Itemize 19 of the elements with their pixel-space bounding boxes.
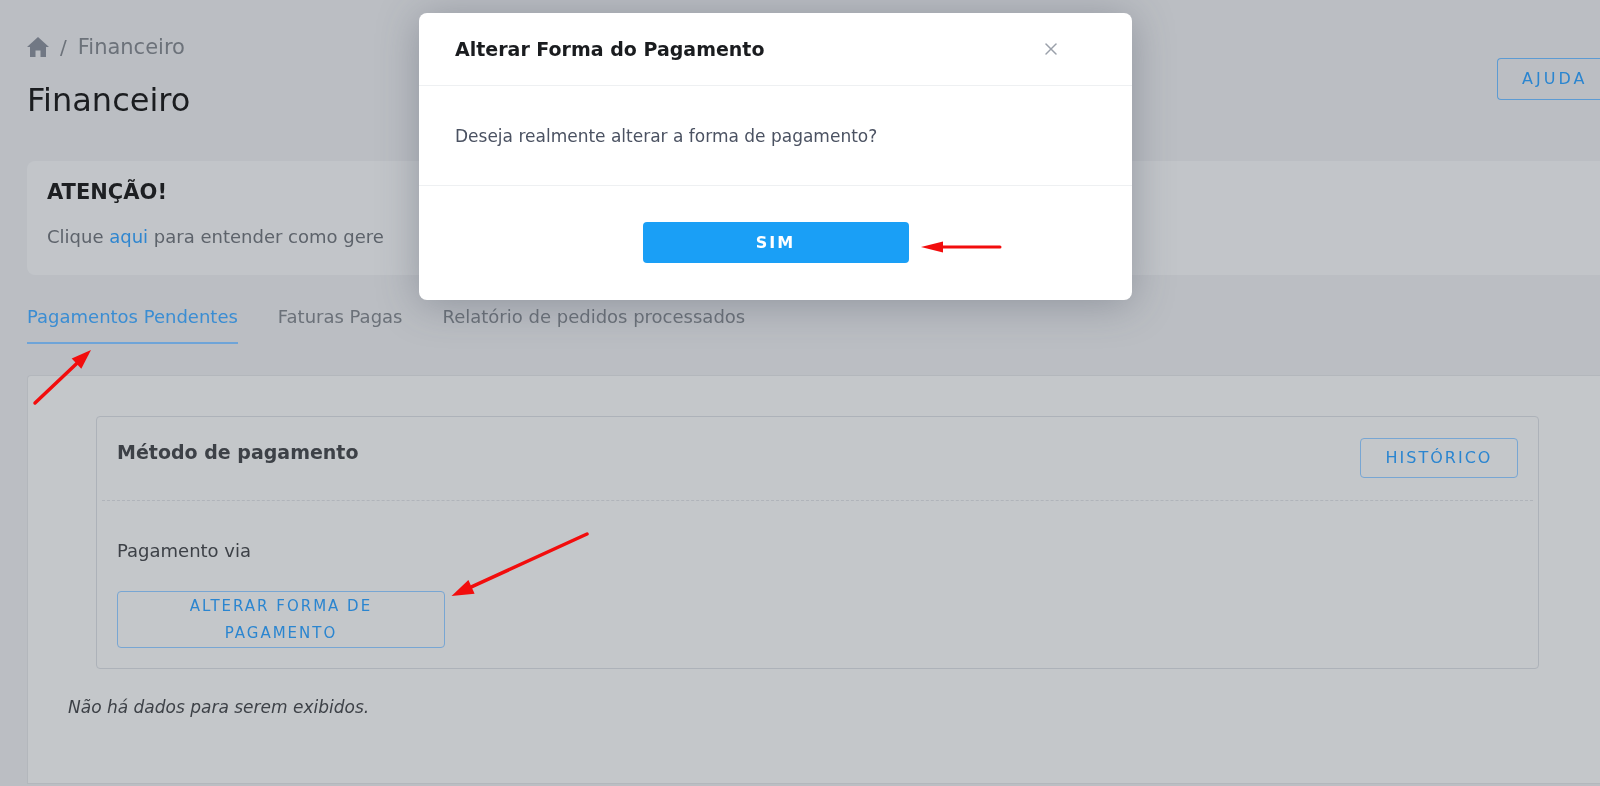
payment-label: Pagamento via bbox=[117, 539, 252, 563]
help-button[interactable]: AJUDA bbox=[1497, 58, 1600, 100]
tab[interactable]: Pagamentos Pendentes bbox=[27, 296, 238, 344]
breadcrumb-separator: / bbox=[60, 36, 67, 58]
help-link[interactable]: aqui bbox=[109, 226, 149, 247]
confirm-button[interactable]: SIM bbox=[642, 222, 909, 263]
dialog-message: Deseja realmente alterar a forma de pagamento? bbox=[455, 124, 878, 148]
breadcrumb-item: Financeiro bbox=[77, 36, 185, 58]
attention-title: ATENÇÃO! bbox=[47, 178, 167, 206]
tab[interactable]: Relatório de pedidos processados bbox=[442, 296, 746, 344]
history-button[interactable]: HISTÓRICO bbox=[1360, 438, 1518, 478]
card-title: Método de pagamento bbox=[117, 440, 359, 465]
change-payment-button[interactable]: ALTERAR FORMA DE PAGAMENTO bbox=[117, 591, 445, 648]
attention-text: Clique aqui para entender como gere bbox=[47, 225, 384, 249]
home-icon[interactable] bbox=[27, 37, 49, 57]
tab[interactable]: Faturas Pagas bbox=[277, 296, 403, 344]
page-title: Financeiro bbox=[27, 80, 191, 120]
dialog-title: Alterar Forma do Pagamento bbox=[455, 37, 765, 62]
empty-message: Não há dados para serem exibidos. bbox=[68, 696, 370, 719]
